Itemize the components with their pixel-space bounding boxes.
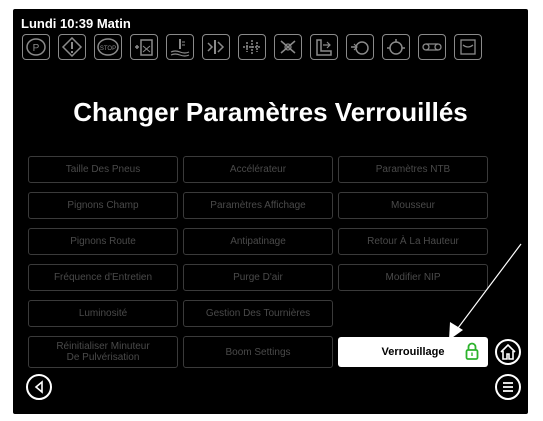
boom-icon bbox=[310, 34, 338, 60]
field-gears-button[interactable]: Pignons Champ bbox=[28, 192, 178, 219]
no-ground-icon bbox=[274, 34, 302, 60]
back-arrow-icon bbox=[34, 380, 43, 394]
menu-icon bbox=[503, 382, 513, 392]
padlock-icon bbox=[465, 342, 479, 360]
page-title: Changer Paramètres Verrouillés bbox=[73, 97, 468, 127]
parking-brake-icon: P bbox=[22, 34, 50, 60]
tire-size-button[interactable]: Taille Des Pneus bbox=[28, 156, 178, 183]
hydraulic-icon bbox=[346, 34, 374, 60]
fuel-tank-icon bbox=[130, 34, 158, 60]
air-purge-button[interactable]: Purge D'air bbox=[183, 264, 333, 291]
road-gears-button[interactable]: Pignons Route bbox=[28, 228, 178, 255]
headland-management-button[interactable]: Gestion Des Tournières bbox=[183, 300, 333, 327]
filter-icon bbox=[454, 34, 482, 60]
svg-text:P: P bbox=[33, 43, 40, 54]
ntb-settings-button[interactable]: Paramètres NTB bbox=[338, 156, 488, 183]
boom-settings-button[interactable]: Boom Settings bbox=[183, 336, 333, 368]
warning-diamond-icon bbox=[58, 34, 86, 60]
coolant-temp-icon bbox=[166, 34, 194, 60]
reset-spray-timer-button[interactable]: Réinitialiser Minuteur De Pulvérisation bbox=[28, 336, 178, 368]
home-button[interactable] bbox=[495, 339, 521, 365]
brightness-button[interactable]: Luminosité bbox=[28, 300, 178, 327]
lock-button[interactable]: Verrouillage bbox=[338, 337, 488, 367]
display-screen: Lundi 10:39 Matin P STOP Changer Paramèt… bbox=[13, 9, 528, 414]
transmission-icon bbox=[202, 34, 230, 60]
service-interval-button[interactable]: Fréquence d'Entretien bbox=[28, 264, 178, 291]
stop-icon: STOP bbox=[94, 34, 122, 60]
menu-button[interactable] bbox=[495, 374, 521, 400]
throttle-button[interactable]: Accélérateur bbox=[183, 156, 333, 183]
traction-control-button[interactable]: Antipatinage bbox=[183, 228, 333, 255]
change-pin-button[interactable]: Modifier NIP bbox=[338, 264, 488, 291]
foamer-button[interactable]: Mousseur bbox=[338, 192, 488, 219]
home-icon bbox=[500, 343, 516, 360]
status-datetime: Lundi 10:39 Matin bbox=[21, 16, 131, 31]
return-to-height-button[interactable]: Retour À La Hauteur bbox=[338, 228, 488, 255]
back-button[interactable] bbox=[26, 374, 52, 400]
oil-pressure-icon bbox=[382, 34, 410, 60]
reset-spray-timer-line2: De Pulvérisation bbox=[66, 352, 140, 363]
display-settings-button[interactable]: Paramètres Affichage bbox=[183, 192, 333, 219]
belt-icon bbox=[418, 34, 446, 60]
reset-spray-timer-line1: Réinitialiser Minuteur bbox=[56, 341, 150, 352]
lock-button-label: Verrouillage bbox=[381, 346, 445, 358]
axle-icon bbox=[238, 34, 266, 60]
svg-text:STOP: STOP bbox=[100, 46, 116, 52]
